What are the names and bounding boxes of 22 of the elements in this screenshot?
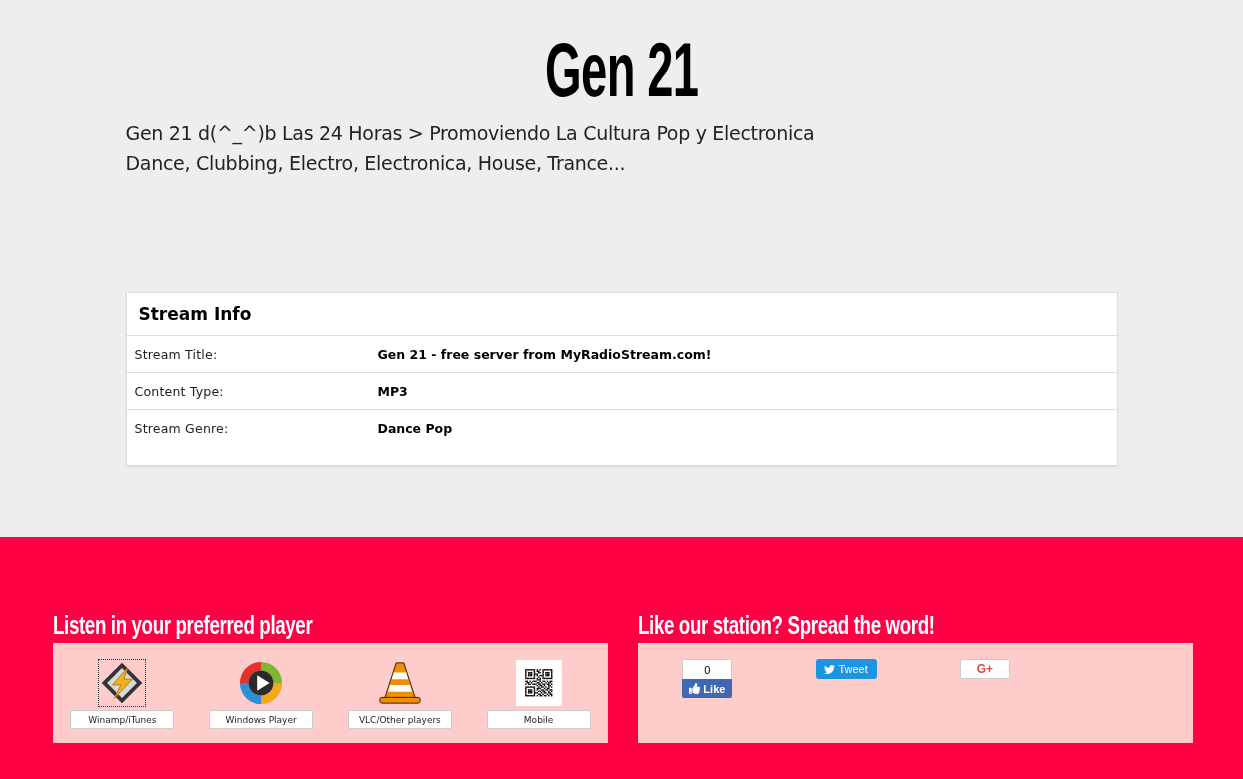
station-title: Gen 21 xyxy=(544,30,699,110)
info-label: Stream Genre: xyxy=(134,420,230,436)
player-button[interactable]: Windows Player xyxy=(209,710,314,729)
info-label: Stream Title: xyxy=(134,346,219,362)
facebook-like-button[interactable]: Like xyxy=(682,679,733,698)
like-count: 0 xyxy=(682,659,733,679)
qr-code-icon[interactable] xyxy=(514,659,563,707)
card-title: Stream Info xyxy=(138,304,252,324)
players-heading: Listen in your preferred player xyxy=(53,610,313,640)
google-plus-button[interactable]: G+ xyxy=(959,659,1010,679)
bird-icon xyxy=(824,663,836,675)
player-button[interactable]: VLC/Other players xyxy=(347,710,452,729)
player-button[interactable]: Winamp/iTunes xyxy=(70,710,175,729)
thumbs-up-icon xyxy=(689,683,701,694)
player-button[interactable]: Mobile xyxy=(486,710,591,729)
info-value: Dance Pop xyxy=(377,420,454,436)
info-label: Content Type: xyxy=(134,383,225,399)
station-description: Gen 21 d(^_^)b Las 24 Horas > Promoviendo La Cultura Pop y Electronica xyxy=(125,121,815,147)
station-genres: Dance, Clubbing, Electro, Electronica, House, Trance... xyxy=(125,151,626,176)
info-value: Gen 21 - free server from MyRadioStream.com! xyxy=(377,346,713,362)
info-value: MP3 xyxy=(377,383,409,399)
share-heading: Like our station? Spread the word! xyxy=(638,610,935,640)
